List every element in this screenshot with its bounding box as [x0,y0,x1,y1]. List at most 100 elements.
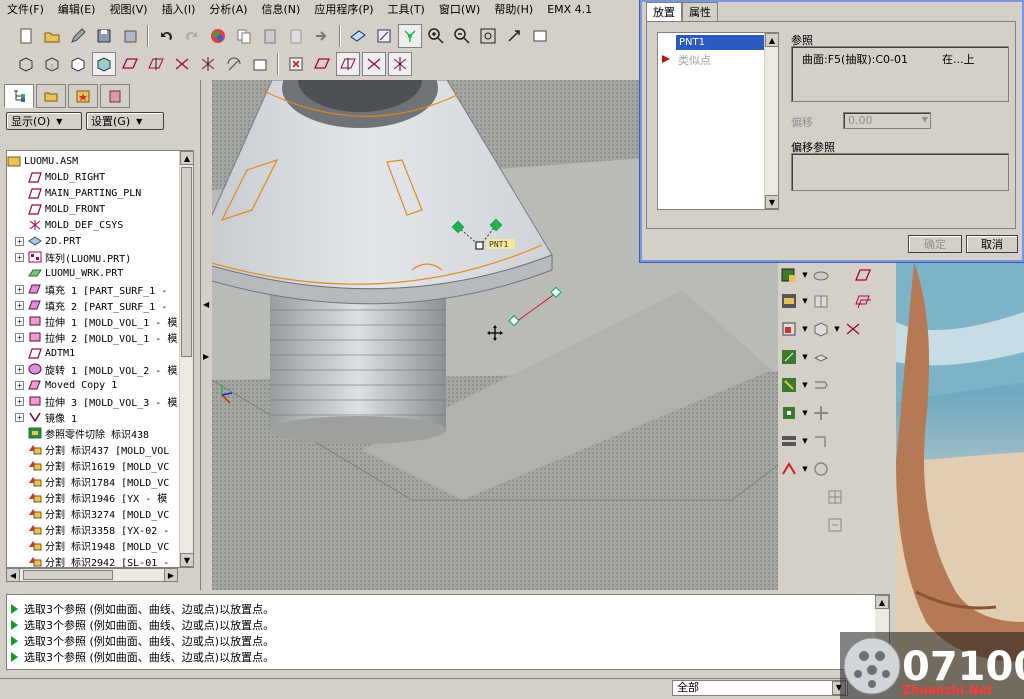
expand-toggle-icon[interactable]: + [15,252,24,262]
tree-item[interactable]: +2D.PRT [7,233,81,249]
tree-item[interactable]: 分割 标识1948 [MOLD_VC [7,537,169,553]
tree-item[interactable]: + 填充 2 [PART_SURF_1 - [7,297,167,313]
delete-icon[interactable] [284,52,308,76]
menu-item[interactable]: 应用程序(P) [307,1,380,17]
tree-item[interactable]: 分割 标识1619 [MOLD_VC [7,457,169,473]
pattern-tool-icon[interactable] [824,486,846,508]
offset-reference-collector[interactable] [791,153,1009,191]
chevron-down-icon[interactable]: ▼ [832,325,842,333]
datum-point-tool-icon[interactable] [842,318,864,340]
tree-item[interactable]: + 阵列(LUOMU.PRT) [7,249,131,265]
menu-item[interactable]: 工具(T) [381,1,432,17]
sketch-icon[interactable] [372,24,396,48]
expand-toggle-icon[interactable]: + [15,300,24,310]
datum-point-icon[interactable] [398,24,422,48]
expand-toggle-icon[interactable]: + [15,284,24,294]
zoom-in-icon[interactable] [424,24,448,48]
tree-item[interactable]: + 填充 1 [PART_SURF_1 - [7,281,167,297]
menu-item[interactable]: 文件(F) [0,1,51,17]
extract-icon[interactable] [778,346,800,368]
scroll-down-icon[interactable]: ▼ [180,553,193,567]
gate-icon[interactable] [778,402,800,424]
point-filter-icon[interactable] [362,52,386,76]
ok-button[interactable]: 确定 [908,235,962,253]
offset-surface-icon[interactable] [810,430,832,452]
save-icon[interactable] [92,24,116,48]
menu-item[interactable]: 视图(V) [102,1,154,17]
scroll-down-icon[interactable]: ▼ [765,195,779,209]
saved-views-icon[interactable] [528,24,552,48]
chevron-down-icon[interactable]: ▼ [800,325,810,333]
selection-filter[interactable]: 全部 ▼ [672,680,848,696]
block-icon[interactable] [810,318,832,340]
tree-item[interactable]: ADTM1 [7,345,75,361]
expand-toggle-icon[interactable]: + [15,396,24,406]
menu-item[interactable]: 帮助(H) [487,1,540,17]
regenerate-icon[interactable] [310,24,334,48]
datum-points-toggle-icon[interactable] [170,52,194,76]
cloud-surface-icon[interactable] [810,264,832,286]
tree-item[interactable]: 分割 标识3358 [YX-02 - [7,521,169,537]
insert-mode-icon[interactable] [824,514,846,536]
new-file-icon[interactable] [14,24,38,48]
point-list-scrollbar[interactable]: ▲ ▼ [764,33,779,209]
scroll-up-icon[interactable]: ▲ [765,33,779,47]
parting-surface-icon[interactable] [778,290,800,312]
similar-point-item[interactable]: 类似点 [678,52,711,68]
menu-item[interactable]: EMX 4.1 [540,3,599,16]
round-icon[interactable] [810,458,832,480]
references-collector[interactable]: 曲面:F5(抽取):C0-01 在...上 [791,46,1009,102]
tree-item[interactable]: + 拉伸 1 [MOLD_VOL_1 - 模 [7,313,177,329]
scroll-up-icon[interactable]: ▲ [180,151,193,165]
tree-vertical-scrollbar[interactable]: ▲ ▼ [179,151,193,567]
axis-filter-icon[interactable] [336,52,360,76]
panel-splitter[interactable]: ◀ ▶ [200,80,212,590]
tree-item[interactable]: MOLD_RIGHT [7,169,105,185]
chevron-down-icon[interactable]: ▼ [800,381,810,389]
menu-item[interactable]: 分析(A) [202,1,254,17]
color-appearance-icon[interactable] [206,24,230,48]
expand-right-icon[interactable]: ▶ [203,352,209,361]
chevron-down-icon[interactable]: ▼ [800,297,810,305]
tab-favorites[interactable] [68,84,98,108]
tree-item[interactable]: 分割 标识1946 [YX - 模 [7,489,167,505]
scroll-thumb[interactable] [23,570,113,580]
reference-mode[interactable]: 在...上 [942,51,975,67]
tree-item[interactable]: MOLD_DEF_CSYS [7,217,123,233]
chevron-down-icon[interactable]: ▼ [922,115,928,124]
tab-folder-browser[interactable] [36,84,66,108]
mold-volume-icon[interactable] [778,264,800,286]
expand-toggle-icon[interactable]: + [15,332,24,342]
expand-toggle-icon[interactable]: + [15,316,24,326]
chevron-down-icon[interactable]: ▼ [800,437,810,445]
expand-toggle-icon[interactable]: + [15,412,24,422]
datum-planes-toggle-icon[interactable] [118,52,142,76]
tree-horizontal-scrollbar[interactable]: ◀ ▶ [6,568,178,582]
thread-stem[interactable] [270,285,446,430]
annotation-display-icon[interactable] [248,52,272,76]
tree-item[interactable]: 分割 标识437 [MOLD_VOL [7,441,169,457]
reorient-icon[interactable] [502,24,526,48]
expand-toggle-icon[interactable]: + [15,364,24,374]
save-copy-icon[interactable] [118,24,142,48]
scroll-right-icon[interactable]: ▶ [164,568,178,582]
undo-icon[interactable] [154,24,178,48]
tree-item[interactable]: + Moved Copy 1 [7,377,117,393]
chevron-down-icon[interactable]: ▼ [800,409,810,417]
tree-item[interactable]: LUOMU_WRK.PRT [7,265,123,281]
csys-toggle-icon[interactable] [196,52,220,76]
rotate-copy-icon[interactable] [810,346,832,368]
book-surface-icon[interactable] [810,290,832,312]
tree-item[interactable]: 分割 标识1784 [MOLD_VC [7,473,169,489]
spin-center-icon[interactable] [222,52,246,76]
plane-filter-icon[interactable] [310,52,334,76]
plane-display-icon[interactable] [346,24,370,48]
paste-icon[interactable] [258,24,282,48]
scroll-thumb[interactable] [181,167,192,357]
cancel-button[interactable]: 取消 [966,235,1018,253]
point-list[interactable]: PNT1 类似点 ▲ ▼ [657,32,779,210]
tree-item[interactable]: MAIN_PARTING_PLN [7,185,141,201]
tree-item[interactable]: 参照零件切除 标识438 [7,425,149,441]
open-file-icon[interactable] [40,24,64,48]
menu-item[interactable]: 编辑(E) [51,1,103,17]
